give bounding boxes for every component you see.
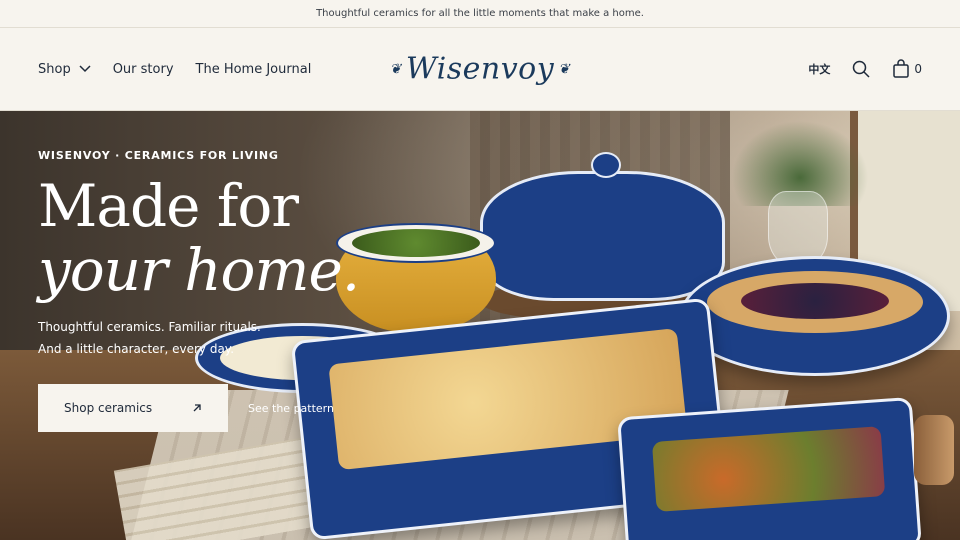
nav-our-story-label: Our story (112, 61, 174, 77)
cart-count: 0 (914, 62, 922, 76)
sprig-left-icon: ❦ (389, 61, 402, 77)
hero-headline: Made for your home. (38, 172, 360, 304)
announcement-bar: Thoughtful ceramics for all the little m… (0, 0, 960, 28)
nav-item-home-journal[interactable]: The Home Journal (196, 62, 312, 77)
hero-headline-line2: your home. (38, 236, 360, 304)
header-utilities: 中文 0 (808, 59, 922, 79)
hero-subtitle: Thoughtful ceramics. Familiar rituals. A… (38, 316, 359, 360)
arrow-up-right-icon (193, 404, 201, 412)
site-header: Shop Our story The Home Journal ❦ Wisenv… (0, 28, 960, 111)
brand-logo[interactable]: ❦ Wisenvoy ❦ (390, 52, 571, 87)
hero-eyebrow: WISENVOY · CERAMICS FOR LIVING (38, 149, 279, 162)
pepper-grinder-image (914, 415, 954, 485)
nav-shop-label: Shop (38, 61, 71, 77)
hero-subtitle-line1: Thoughtful ceramics. Familiar rituals. (38, 320, 261, 334)
shop-ceramics-label: Shop ceramics (64, 401, 153, 415)
nav-item-our-story[interactable]: Our story (113, 62, 174, 77)
lidded-casserole-image (480, 152, 725, 301)
see-pattern-link[interactable]: See the pattern (248, 402, 334, 415)
brand-logo-text: Wisenvoy (405, 51, 555, 87)
nav-home-journal-label: The Home Journal (195, 61, 312, 77)
hero-actions: Shop ceramics See the pattern (38, 384, 359, 432)
hero-banner: WISENVOY · CERAMICS FOR LIVING Made for … (0, 111, 960, 540)
main-nav: Shop Our story The Home Journal (38, 62, 311, 77)
cart-icon (893, 59, 910, 78)
hero-subtitle-line2: And a little character, every day. (38, 342, 235, 356)
glass-vase-image (768, 191, 828, 266)
hero-copy: WISENVOY · CERAMICS FOR LIVING Made for … (38, 149, 360, 432)
shop-ceramics-button[interactable]: Shop ceramics (38, 384, 228, 432)
small-baking-dish-image (617, 396, 922, 540)
sprig-right-icon: ❦ (558, 61, 571, 77)
language-switch[interactable]: 中文 (808, 61, 830, 77)
cart-button[interactable]: 0 (892, 59, 922, 79)
announcement-text: Thoughtful ceramics for all the little m… (316, 8, 644, 19)
pie-dish-image (680, 256, 950, 376)
search-icon[interactable] (852, 60, 870, 78)
nav-item-shop[interactable]: Shop (38, 62, 91, 77)
chevron-down-icon (79, 65, 91, 73)
lid-knob (591, 152, 621, 178)
yellow-bowl-image (336, 223, 496, 333)
hero-headline-line1: Made for (38, 172, 299, 240)
